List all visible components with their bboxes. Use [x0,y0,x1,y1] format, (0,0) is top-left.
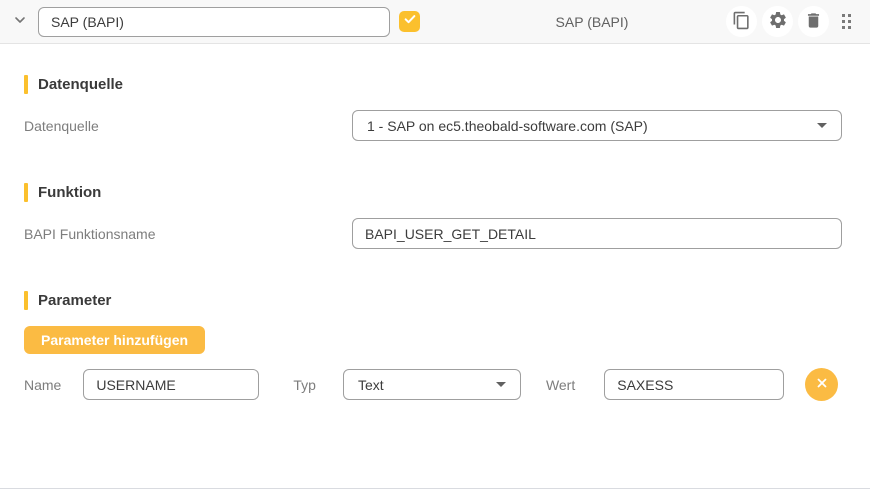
accent-bar [24,75,28,94]
copy-icon [732,11,751,33]
param-typ-select[interactable]: Text [343,369,521,400]
section-heading-parameter: Parameter [24,291,842,310]
function-name-input[interactable] [352,218,842,249]
step-title: SAP (BAPI) [556,14,629,30]
param-name-label: Name [24,377,61,393]
function-name-label: BAPI Funktionsname [24,226,352,242]
settings-icon [768,10,788,33]
step-enabled-checkbox[interactable] [399,11,420,32]
dropdown-caret-icon [496,382,506,387]
param-name-input[interactable] [83,369,259,400]
step-body: Datenquelle Datenquelle 1 - SAP on ec5.t… [0,75,870,401]
bapi-step-panel: SAP (BAPI) [0,0,870,490]
function-row: BAPI Funktionsname [24,218,842,249]
remove-parameter-button[interactable] [805,368,838,401]
step-name-input[interactable] [38,7,390,37]
param-typ-selected-value: Text [358,377,384,393]
datasource-selected-value: 1 - SAP on ec5.theobald-software.com (SA… [367,118,648,134]
delete-step-button[interactable] [798,6,829,37]
bottom-divider [0,488,870,489]
section-title: Parameter [38,292,111,309]
param-typ-label: Typ [293,377,316,393]
section-heading-datenquelle: Datenquelle [24,75,842,94]
parameter-row: Name Typ Text Wert [24,368,842,401]
chevron-down-icon [12,12,28,31]
checkmark-icon [403,12,417,31]
copy-step-button[interactable] [726,6,757,37]
param-wert-input[interactable] [604,369,784,400]
section-title: Datenquelle [38,76,123,93]
delete-icon [804,11,823,33]
drag-handle-icon[interactable] [834,10,858,34]
remove-icon [815,376,829,393]
header-actions [726,6,870,37]
dropdown-caret-icon [817,123,827,128]
add-parameter-button[interactable]: Parameter hinzufügen [24,326,205,354]
datasource-label: Datenquelle [24,118,352,134]
section-title: Funktion [38,184,101,201]
datasource-row: Datenquelle 1 - SAP on ec5.theobald-soft… [24,110,842,141]
datasource-select[interactable]: 1 - SAP on ec5.theobald-software.com (SA… [352,110,842,141]
accent-bar [24,183,28,202]
collapse-button[interactable] [6,8,34,36]
settings-button[interactable] [762,6,793,37]
accent-bar [24,291,28,310]
section-heading-funktion: Funktion [24,183,842,202]
step-header: SAP (BAPI) [0,0,870,44]
param-wert-label: Wert [546,377,575,393]
